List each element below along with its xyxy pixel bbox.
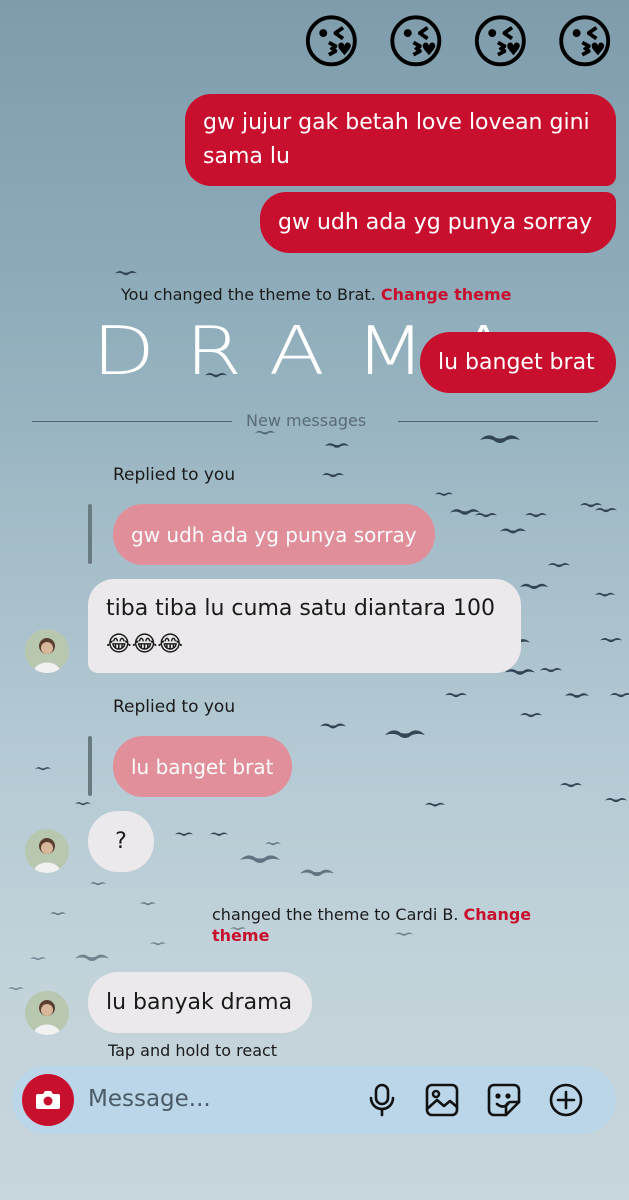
theme-change-notice: changed the theme to Cardi B. Change the… bbox=[212, 904, 542, 946]
incoming-message[interactable]: tiba tiba lu cuma satu diantara 100 😂😂😂 bbox=[88, 579, 521, 673]
reply-indicator bbox=[88, 504, 92, 564]
add-button[interactable] bbox=[548, 1082, 584, 1118]
bird-graphic bbox=[322, 470, 344, 479]
quoted-message[interactable]: lu banget brat bbox=[113, 736, 292, 797]
bird-graphic bbox=[425, 800, 445, 808]
bird-graphic bbox=[565, 690, 589, 700]
outgoing-message[interactable]: lu banget brat bbox=[420, 332, 616, 393]
kiss-emoji: 😘 bbox=[470, 8, 531, 76]
kiss-emoji: 😘 bbox=[301, 8, 362, 76]
replied-label: Replied to you bbox=[113, 465, 236, 485]
bird-graphic bbox=[240, 850, 280, 866]
gallery-icon bbox=[425, 1083, 459, 1117]
bird-graphic bbox=[115, 268, 137, 277]
quoted-text: gw udh ada yg punya sorray bbox=[131, 522, 417, 547]
bird-graphic bbox=[50, 910, 66, 916]
bird-graphic bbox=[30, 955, 46, 961]
bird-graphic bbox=[300, 865, 334, 879]
bird-graphic bbox=[480, 430, 520, 446]
theme-change-text: You changed the theme to Brat. bbox=[121, 285, 376, 304]
bird-graphic bbox=[600, 635, 622, 644]
bird-graphic bbox=[75, 950, 109, 964]
contact-avatar[interactable] bbox=[25, 629, 69, 673]
bird-graphic bbox=[500, 525, 526, 535]
outgoing-message[interactable]: gw udh ada yg punya sorray bbox=[260, 192, 616, 253]
bird-graphic bbox=[605, 795, 627, 804]
quoted-message[interactable]: gw udh ada yg punya sorray bbox=[113, 504, 435, 565]
bird-graphic bbox=[320, 720, 346, 730]
message-text: ? bbox=[115, 828, 127, 854]
bird-graphic bbox=[610, 690, 629, 699]
bird-graphic bbox=[210, 830, 228, 837]
camera-icon bbox=[36, 1091, 60, 1109]
bird-graphic bbox=[175, 830, 193, 837]
microphone-icon bbox=[369, 1083, 395, 1117]
new-messages-divider: New messages bbox=[246, 411, 367, 430]
replied-label: Replied to you bbox=[113, 697, 236, 717]
bird-graphic bbox=[548, 560, 570, 569]
bird-graphic bbox=[595, 590, 615, 598]
kiss-emoji: 😘 bbox=[554, 8, 615, 76]
bird-graphic bbox=[265, 840, 281, 846]
contact-avatar[interactable] bbox=[25, 829, 69, 873]
message-text: lu banget brat bbox=[438, 349, 595, 375]
bird-graphic bbox=[75, 800, 91, 806]
bird-graphic bbox=[525, 510, 547, 519]
theme-change-text: changed the theme to Cardi B. bbox=[212, 905, 459, 924]
theme-change-notice: You changed the theme to Brat. Change th… bbox=[121, 284, 511, 305]
bird-graphic bbox=[150, 940, 166, 946]
react-hint: Tap and hold to react bbox=[108, 1041, 278, 1060]
incoming-message[interactable]: ? bbox=[88, 811, 154, 872]
quoted-text: lu banget brat bbox=[131, 754, 274, 779]
bird-graphic bbox=[540, 665, 562, 674]
message-input[interactable]: Message... bbox=[88, 1086, 211, 1112]
incoming-message[interactable]: lu banyak drama bbox=[88, 972, 312, 1033]
message-text: lu banyak drama bbox=[106, 989, 293, 1015]
contact-avatar[interactable] bbox=[25, 991, 69, 1035]
sticker-icon bbox=[487, 1083, 521, 1117]
bird-graphic bbox=[450, 505, 480, 517]
emoji-message-row[interactable]: 😘 😘 😘 😘 bbox=[301, 10, 615, 74]
bird-graphic bbox=[560, 780, 582, 789]
gallery-button[interactable] bbox=[424, 1082, 460, 1118]
message-text: tiba tiba lu cuma satu diantara 100 😂😂😂 bbox=[106, 596, 495, 657]
message-text: gw jujur gak betah love lovean gini sama… bbox=[203, 110, 590, 169]
message-composer: Message... bbox=[12, 1066, 616, 1134]
change-theme-link[interactable]: Change theme bbox=[381, 285, 512, 304]
bird-graphic bbox=[475, 510, 497, 519]
kiss-emoji: 😘 bbox=[385, 8, 447, 76]
bird-graphic bbox=[385, 725, 425, 741]
camera-button[interactable] bbox=[22, 1074, 74, 1126]
message-text: gw udh ada yg punya sorray bbox=[278, 209, 593, 235]
outgoing-message[interactable]: gw jujur gak betah love lovean gini sama… bbox=[185, 94, 616, 186]
bird-graphic bbox=[520, 580, 548, 591]
reply-indicator bbox=[88, 736, 92, 796]
divider-line bbox=[32, 421, 232, 422]
bird-graphic bbox=[520, 710, 542, 719]
bird-graphic bbox=[35, 765, 51, 771]
bird-graphic bbox=[580, 500, 602, 509]
bird-graphic bbox=[8, 985, 24, 991]
bird-graphic bbox=[435, 490, 453, 497]
bird-graphic bbox=[140, 900, 156, 906]
bird-graphic bbox=[595, 505, 617, 514]
sticker-button[interactable] bbox=[486, 1082, 522, 1118]
bird-graphic bbox=[445, 690, 467, 699]
microphone-button[interactable] bbox=[364, 1082, 400, 1118]
divider-line bbox=[398, 421, 598, 422]
bird-graphic bbox=[90, 880, 106, 886]
bird-graphic bbox=[325, 440, 349, 450]
add-icon bbox=[549, 1083, 583, 1117]
